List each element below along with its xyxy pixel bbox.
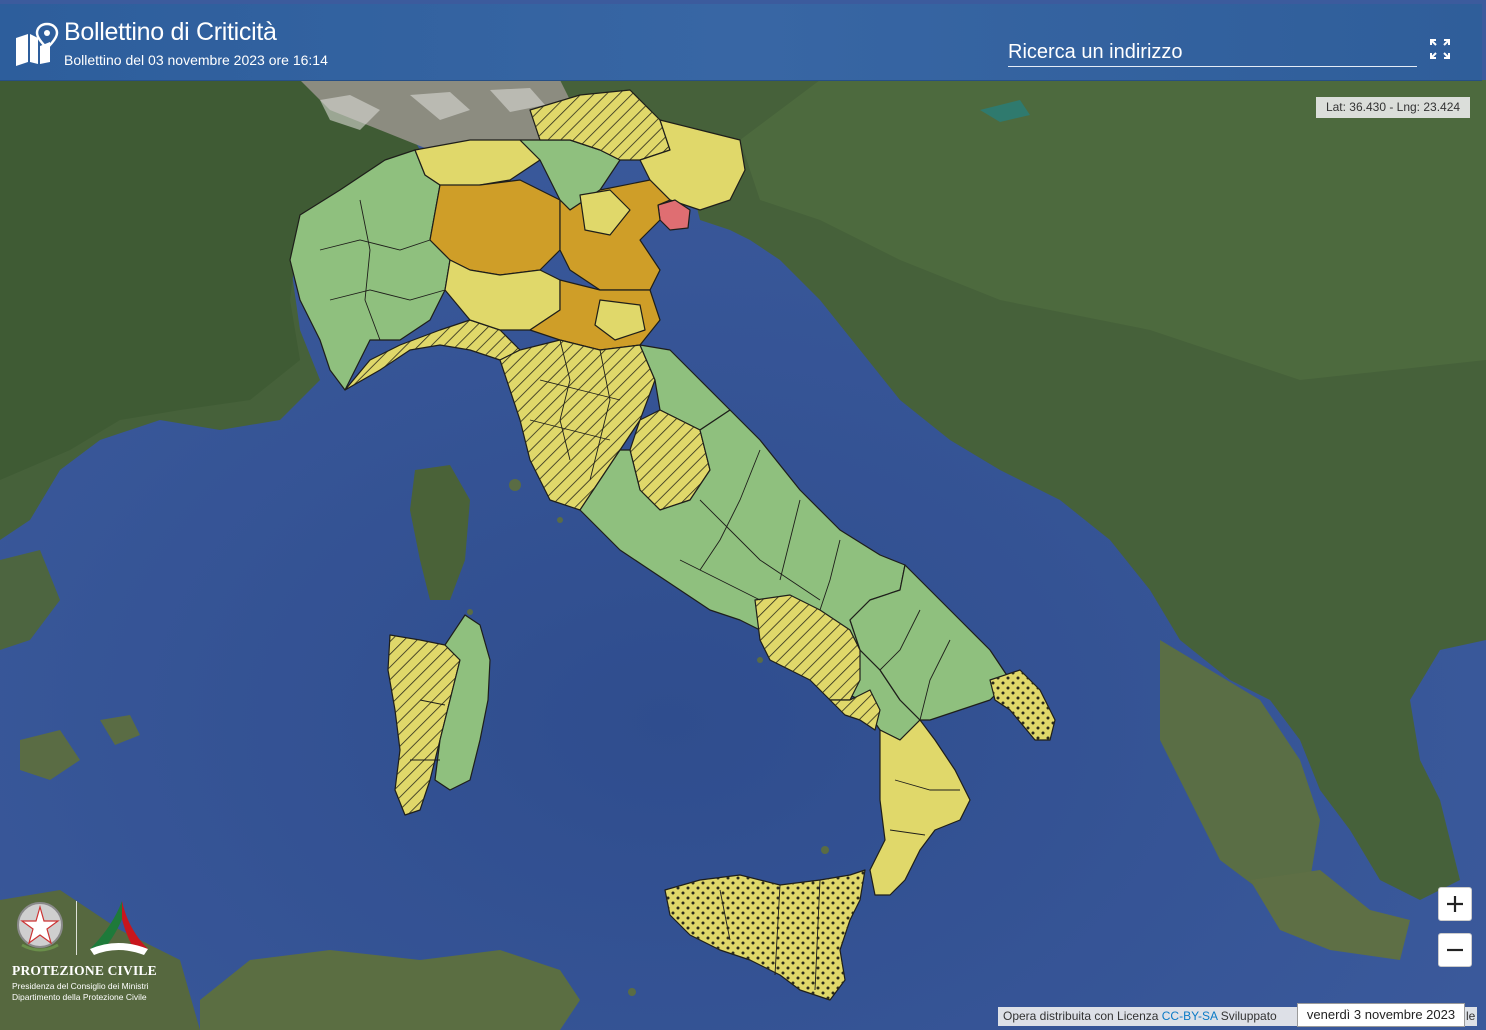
brand-name: PROTEZIONE CIVILE [12, 963, 157, 978]
license-link[interactable]: CC-BY-SA [1162, 1009, 1218, 1023]
fullscreen-icon[interactable] [1429, 38, 1451, 60]
zoom-out-button[interactable] [1438, 933, 1472, 967]
attribution-tail: le [1466, 1009, 1476, 1023]
coordinates-display: Lat: 36.430 - Lng: 23.424 [1316, 97, 1470, 118]
protezione-civile-logo: PROTEZIONE CIVILE Presidenza del Consigl… [8, 895, 158, 1007]
attribution-suffix: Sviluppato [1220, 1009, 1277, 1023]
map-pin-icon [16, 22, 59, 66]
attribution-text: Opera distribuita con Licenza CC-BY-SA S… [1003, 1007, 1277, 1026]
attribution-prefix: Opera distribuita con Licenza [1003, 1009, 1159, 1023]
map-canvas[interactable] [0, 0, 1486, 1030]
app-root: Bollettino di Criticità Bollettino del 0… [0, 0, 1486, 1030]
brand-subtitle-1: Presidenza del Consiglio dei Ministri [12, 981, 149, 991]
zoom-in-button[interactable] [1438, 887, 1472, 921]
bulletin-date: Bollettino del 03 novembre 2023 ore 16:1… [64, 52, 328, 68]
date-selector[interactable]: venerdì 3 novembre 2023 [1297, 1003, 1465, 1027]
address-search-input[interactable]: Ricerca un indirizzo [1008, 38, 1417, 67]
brand-divider [76, 901, 77, 955]
header-bar: Bollettino di Criticità Bollettino del 0… [0, 4, 1482, 81]
brand-subtitle-2: Dipartimento della Protezione Civile [12, 992, 147, 1002]
republic-emblem-icon [17, 902, 63, 952]
protezione-civile-mark-icon [90, 901, 148, 955]
minus-icon [1447, 948, 1463, 952]
plus-icon [1447, 896, 1463, 912]
page-title: Bollettino di Criticità [64, 18, 277, 46]
